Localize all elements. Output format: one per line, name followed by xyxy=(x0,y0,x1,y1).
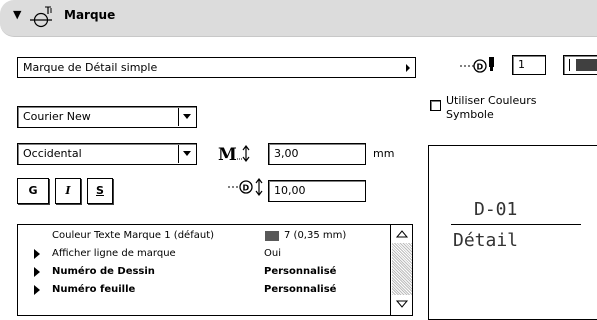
marker-tool-icon xyxy=(30,6,52,28)
use-symbol-colors-checkbox[interactable] xyxy=(430,100,441,111)
preview-divider xyxy=(451,224,581,225)
scroll-up-icon[interactable] xyxy=(395,229,409,239)
marker-preview: D-01 Détail xyxy=(428,145,597,320)
list-item[interactable]: Numéro de Dessin Personnalisé xyxy=(18,263,390,281)
list-item[interactable]: Afficher ligne de marque Oui xyxy=(18,245,390,263)
pen-color-button[interactable] xyxy=(563,55,597,75)
list-item[interactable]: Numéro feuille Personnalisé xyxy=(18,281,390,299)
property-value: 7 (0,35 mm) xyxy=(284,230,347,241)
expand-triangle-icon[interactable] xyxy=(34,285,40,295)
collapse-triangle-icon[interactable]: ▼ xyxy=(13,8,21,21)
property-label: Couleur Texte Marque 1 (défaut) xyxy=(52,230,215,241)
marker-pen-icon: D xyxy=(460,57,494,73)
list-item[interactable]: Couleur Texte Marque 1 (défaut) 7 (0,35 … xyxy=(18,227,390,245)
property-label: Numéro de Dessin xyxy=(52,266,155,277)
property-value: Oui xyxy=(264,248,281,259)
pen-color-swatch xyxy=(576,59,597,71)
property-label: Afficher ligne de marque xyxy=(52,248,176,259)
color-swatch xyxy=(265,231,279,241)
property-value: Personnalisé xyxy=(264,266,337,277)
list-scrollbar[interactable] xyxy=(390,225,412,315)
marker-type-value: Marque de Détail simple xyxy=(23,61,158,74)
scrollbar-track[interactable] xyxy=(392,243,412,295)
font-select[interactable]: Courier New xyxy=(17,106,197,128)
text-height-field[interactable]: 3,00 xyxy=(268,143,366,165)
pen-number-field[interactable]: 1 xyxy=(512,55,546,75)
script-select[interactable]: Occidental xyxy=(17,143,197,165)
text-height-value: 3,00 xyxy=(274,147,299,160)
panel-title: Marque xyxy=(64,8,116,22)
use-symbol-colors-label-line2: Symbole xyxy=(446,108,494,121)
panel-header[interactable]: ▼ Marque xyxy=(0,0,597,37)
marker-size-icon: D xyxy=(228,178,263,196)
use-symbol-colors-label: Utiliser Couleurs Symbole xyxy=(446,94,536,122)
properties-list[interactable]: Couleur Texte Marque 1 (défaut) 7 (0,35 … xyxy=(17,224,413,316)
expand-triangle-icon[interactable] xyxy=(34,267,40,277)
chevron-down-icon[interactable] xyxy=(178,108,195,126)
bold-button[interactable]: G xyxy=(17,178,49,204)
font-value: Courier New xyxy=(23,110,91,123)
marker-type-select[interactable]: Marque de Détail simple xyxy=(17,57,416,78)
submenu-arrow-icon xyxy=(406,64,410,72)
text-height-icon: M xyxy=(218,145,250,165)
chevron-down-icon[interactable] xyxy=(178,145,195,163)
underline-button[interactable]: S xyxy=(87,178,113,204)
marker-size-field[interactable]: 10,00 xyxy=(268,180,366,202)
marker-size-value: 10,00 xyxy=(274,184,306,197)
text-height-unit: mm xyxy=(373,147,395,160)
use-symbol-colors-label-line1: Utiliser Couleurs xyxy=(446,94,537,107)
property-value: Personnalisé xyxy=(264,284,337,295)
property-label: Numéro feuille xyxy=(52,284,136,295)
preview-bottom-text: Détail xyxy=(453,230,519,251)
preview-top-text: D-01 xyxy=(474,199,518,220)
italic-button[interactable]: I xyxy=(55,178,81,204)
pen-number-value: 1 xyxy=(518,58,525,71)
scroll-down-icon[interactable] xyxy=(395,299,409,309)
svg-text:D: D xyxy=(243,184,250,193)
expand-triangle-icon[interactable] xyxy=(34,249,40,259)
svg-text:D: D xyxy=(477,63,484,72)
script-value: Occidental xyxy=(23,147,82,160)
svg-text:M: M xyxy=(218,145,237,165)
